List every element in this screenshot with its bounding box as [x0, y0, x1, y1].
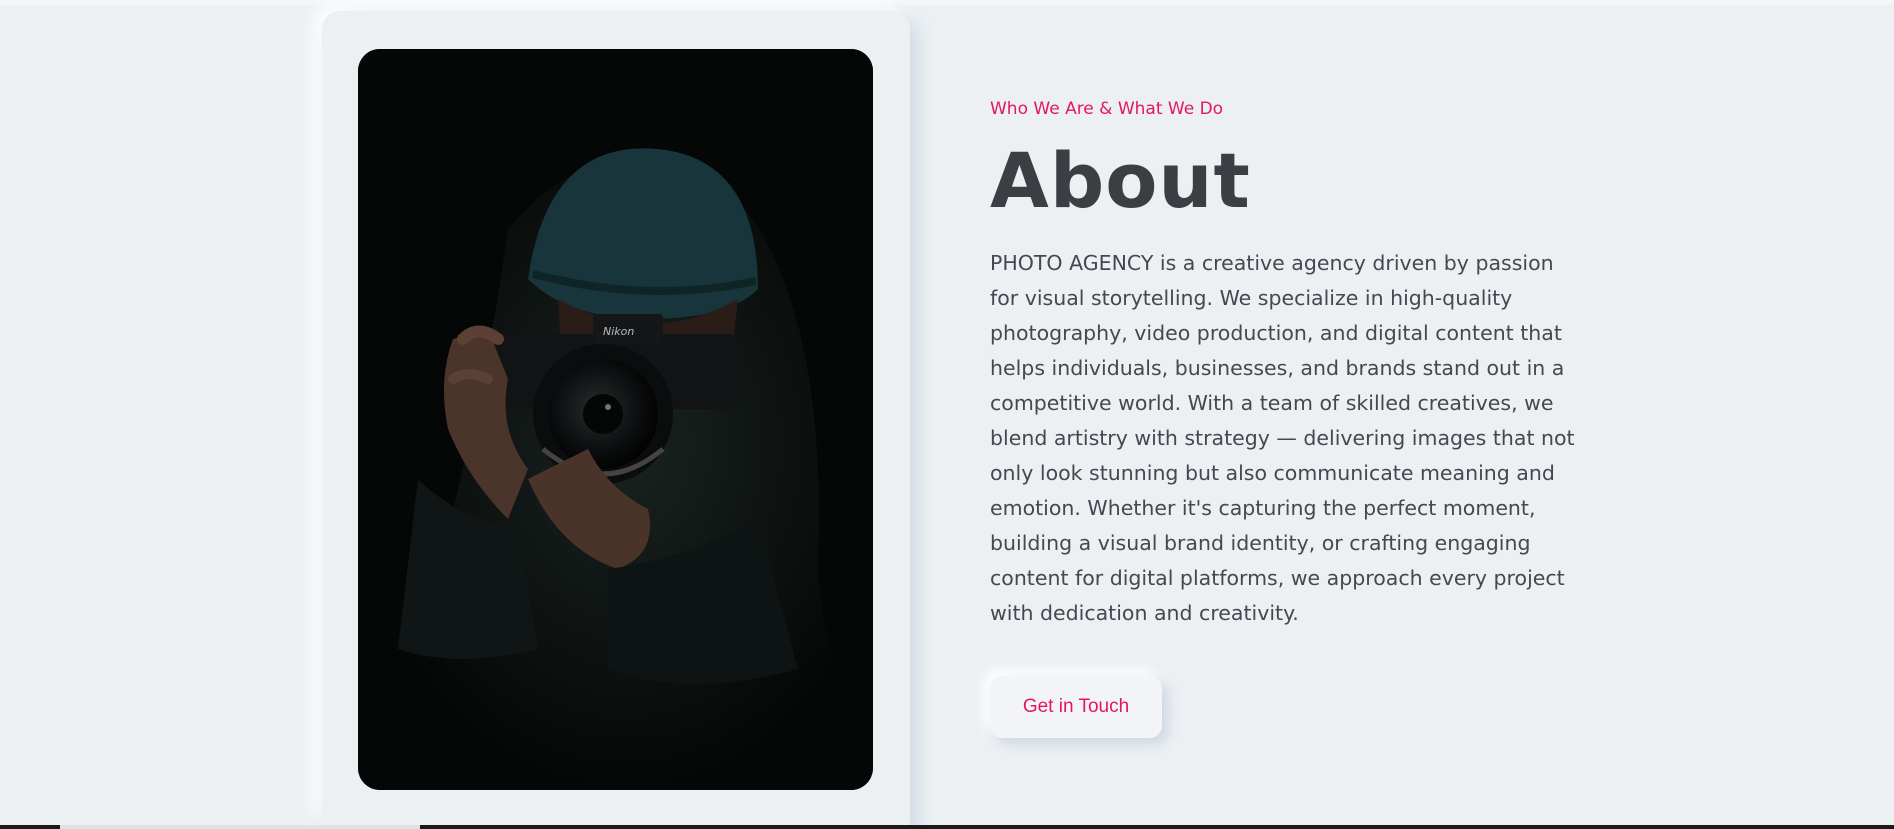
about-photo: Nikon — [358, 49, 873, 790]
section-title: About — [990, 136, 1251, 225]
get-in-touch-button[interactable]: Get in Touch — [990, 676, 1162, 738]
photo-card: Nikon — [322, 11, 910, 825]
top-divider — [0, 0, 1894, 5]
bottom-divider — [0, 825, 1894, 829]
about-content: Who We Are & What We Do About PHOTO AGEN… — [990, 98, 1590, 738]
about-description: PHOTO AGENCY is a creative agency driven… — [990, 251, 1575, 625]
section-eyebrow: Who We Are & What We Do — [990, 99, 1224, 119]
bottom-divider-segment — [60, 825, 420, 829]
camera-brand-label: Nikon — [603, 325, 634, 338]
about-section: Nikon Who We Are & What We Do About PHOT… — [0, 0, 1894, 829]
photographer-image: Nikon — [358, 49, 873, 790]
